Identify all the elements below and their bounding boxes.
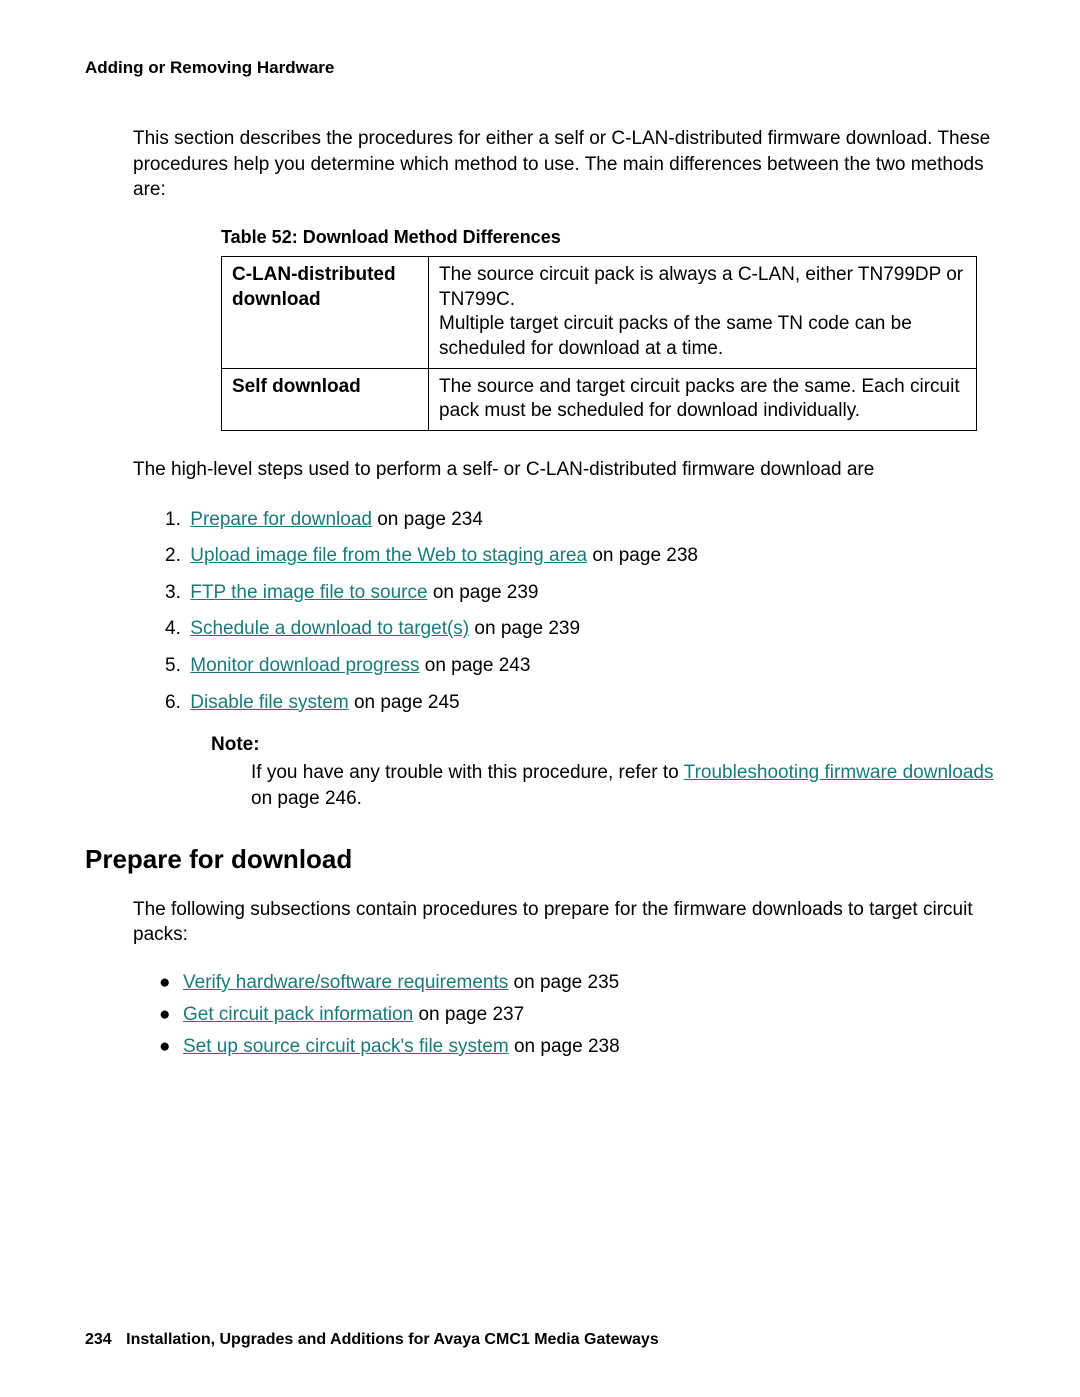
page-ref: on page 234	[372, 509, 483, 530]
page-ref: on page 237	[413, 1004, 524, 1025]
link-circuit-pack-info[interactable]: Get circuit pack information	[183, 1004, 413, 1025]
page-ref: on page 238	[587, 545, 698, 566]
list-item: 3. FTP the image file to source on page …	[165, 580, 995, 607]
table-row-label: Self download	[222, 368, 429, 430]
link-disable-filesystem[interactable]: Disable file system	[190, 692, 348, 713]
intro-paragraph: This section describes the procedures fo…	[133, 126, 995, 203]
page-ref: on page 243	[419, 655, 530, 676]
note-prefix: If you have any trouble with this proced…	[251, 762, 684, 783]
page-ref: on page 245	[349, 692, 460, 713]
bullet-icon: ●	[159, 1004, 183, 1026]
link-upload-image[interactable]: Upload image file from the Web to stagin…	[190, 545, 587, 566]
list-number: 1.	[165, 507, 185, 534]
section-heading: Prepare for download	[85, 844, 995, 875]
bullet-icon: ●	[159, 972, 183, 994]
list-number: 4.	[165, 616, 185, 643]
page-ref: on page 238	[509, 1036, 620, 1057]
page-footer: 234 Installation, Upgrades and Additions…	[85, 1331, 659, 1349]
method-differences-table: C-LAN-distributed download The source ci…	[221, 256, 977, 431]
note-suffix: on page 246.	[251, 788, 362, 809]
link-schedule-download[interactable]: Schedule a download to target(s)	[190, 618, 469, 639]
list-item: ● Set up source circuit pack's file syst…	[159, 1036, 995, 1058]
page-ref: on page 235	[508, 972, 619, 993]
page-number: 234	[85, 1331, 112, 1348]
list-number: 5.	[165, 653, 185, 680]
link-prepare-download[interactable]: Prepare for download	[190, 509, 372, 530]
bullet-list: ● Verify hardware/software requirements …	[159, 972, 995, 1058]
list-item: 5. Monitor download progress on page 243	[165, 653, 995, 680]
list-item: 4. Schedule a download to target(s) on p…	[165, 616, 995, 643]
list-item: 6. Disable file system on page 245	[165, 690, 995, 717]
page-header: Adding or Removing Hardware	[85, 58, 995, 78]
table-row-desc: The source circuit pack is always a C-LA…	[429, 256, 977, 368]
link-ftp-image[interactable]: FTP the image file to source	[190, 582, 427, 603]
note-text: If you have any trouble with this proced…	[251, 760, 995, 811]
table-row-desc: The source and target circuit packs are …	[429, 368, 977, 430]
steps-list: 1. Prepare for download on page 234 2. U…	[133, 507, 995, 717]
table-caption: Table 52: Download Method Differences	[221, 227, 995, 248]
list-number: 6.	[165, 690, 185, 717]
page-ref: on page 239	[428, 582, 539, 603]
steps-intro: The high-level steps used to perform a s…	[133, 457, 995, 483]
link-verify-requirements[interactable]: Verify hardware/software requirements	[183, 972, 508, 993]
list-number: 3.	[165, 580, 185, 607]
list-item: ● Get circuit pack information on page 2…	[159, 1004, 995, 1026]
table-row-label: C-LAN-distributed download	[222, 256, 429, 368]
link-monitor-progress[interactable]: Monitor download progress	[190, 655, 419, 676]
note-block: Note: If you have any trouble with this …	[163, 734, 995, 811]
list-item: 2. Upload image file from the Web to sta…	[165, 543, 995, 570]
list-item: 1. Prepare for download on page 234	[165, 507, 995, 534]
section-intro: The following subsections contain proced…	[133, 897, 995, 948]
page-ref: on page 239	[469, 618, 580, 639]
link-setup-filesystem[interactable]: Set up source circuit pack's file system	[183, 1036, 509, 1057]
list-item: ● Verify hardware/software requirements …	[159, 972, 995, 994]
link-troubleshooting[interactable]: Troubleshooting firmware downloads	[684, 762, 994, 783]
bullet-icon: ●	[159, 1036, 183, 1058]
footer-title: Installation, Upgrades and Additions for…	[126, 1331, 659, 1348]
list-number: 2.	[165, 543, 185, 570]
note-label: Note:	[211, 734, 995, 756]
